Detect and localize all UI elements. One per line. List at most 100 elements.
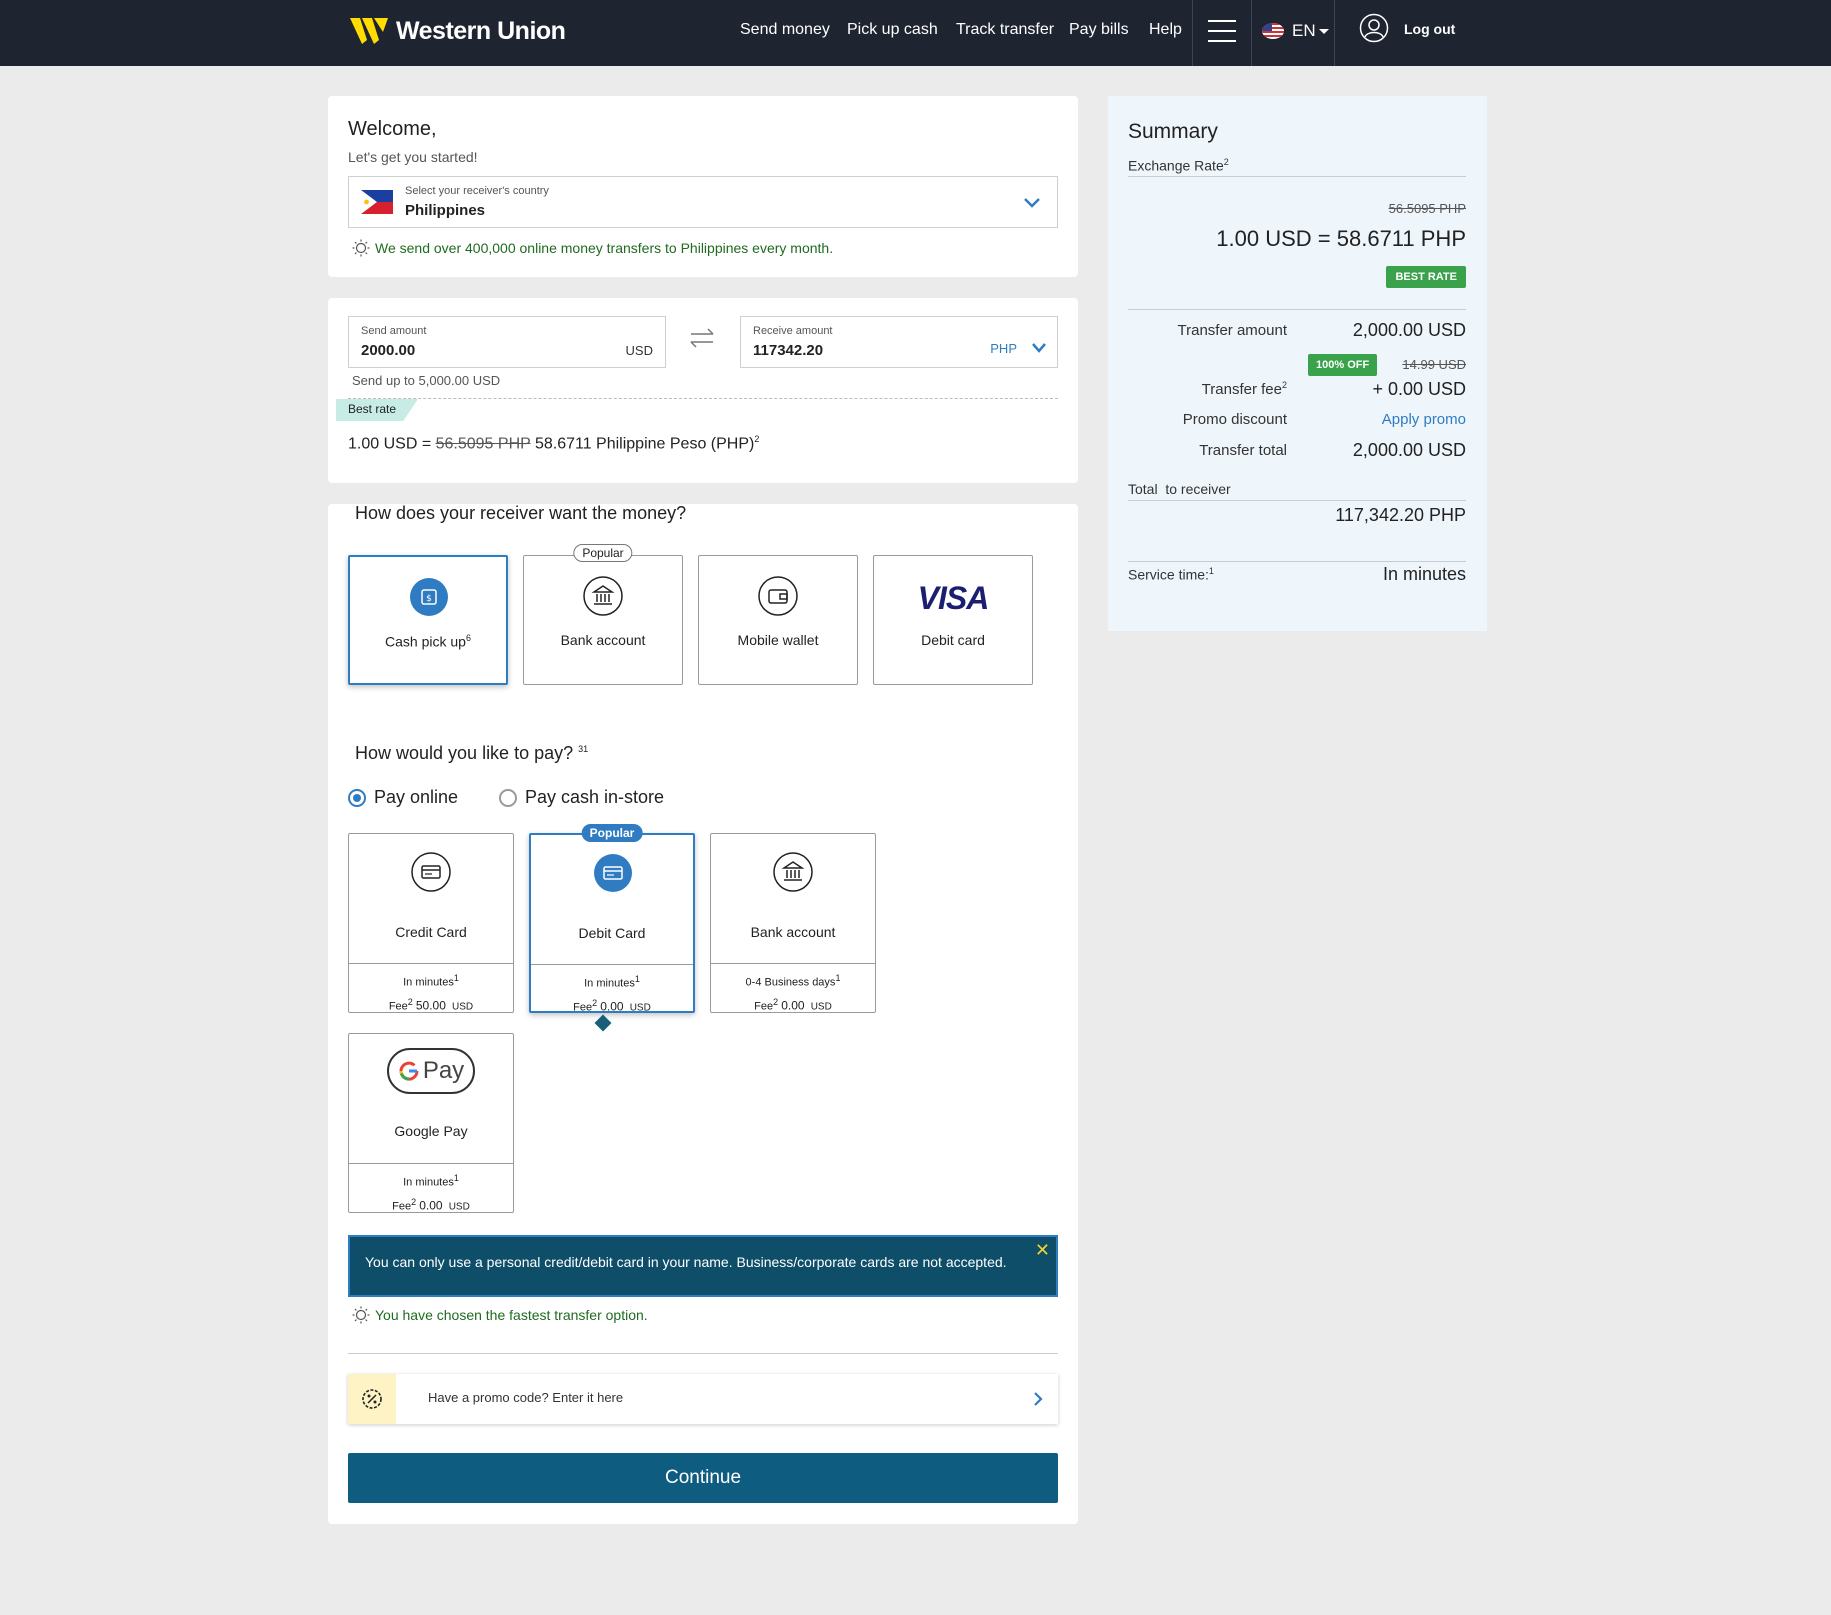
transfer-total-value: 2,000.00 USD xyxy=(1352,440,1466,460)
close-icon[interactable]: ✕ xyxy=(1035,1240,1050,1261)
top-nav: Western Union Send money Pick up cash Tr… xyxy=(0,0,1831,66)
old-fee: 14.99 USD xyxy=(1402,357,1466,372)
transfer-fee-value: + 0.00 USD xyxy=(1372,379,1466,399)
pay-label: Google Pay xyxy=(394,1123,468,1139)
summary-panel: Summary Exchange Rate2 56.5095 PHP 1.00 … xyxy=(1108,96,1487,631)
western-union-logo[interactable]: Western Union xyxy=(350,16,566,46)
user-icon[interactable] xyxy=(1359,13,1389,43)
nav-track-transfer[interactable]: Track transfer xyxy=(956,21,1054,39)
debit-card-icon xyxy=(594,854,632,892)
option-label: Cash pick up6 xyxy=(385,633,471,650)
chevron-right-icon xyxy=(1034,1392,1043,1406)
radio-pay-online[interactable]: Pay online xyxy=(348,787,458,808)
nav-divider xyxy=(1334,0,1335,66)
menu-icon[interactable] xyxy=(1208,20,1236,42)
country-label: Select your receiver's country xyxy=(405,185,549,197)
pay-details: In minutes1 Fee2 50.00 USD xyxy=(349,963,513,1013)
nav-pick-up-cash[interactable]: Pick up cash xyxy=(847,21,938,39)
new-rate: 58.6711 Philippine Peso (PHP) xyxy=(534,435,755,453)
pay-debit-card[interactable]: Popular Debit Card In minutes1 Fee2 0.00… xyxy=(529,824,695,1014)
continue-button[interactable]: Continue xyxy=(348,1453,1058,1503)
option-cash-pickup[interactable]: $ Cash pick up6 xyxy=(348,555,508,685)
receive-amount-label: Receive amount xyxy=(753,325,833,337)
credit-card-icon xyxy=(411,852,451,892)
option-label: Bank account xyxy=(560,632,646,648)
us-flag-icon xyxy=(1262,23,1284,39)
nav-divider xyxy=(1192,0,1193,66)
promo-discount-label: Promo discount xyxy=(1182,411,1287,428)
welcome-card: Welcome, Let's get you started! Select y… xyxy=(328,96,1078,277)
option-bank-account[interactable]: Popular Bank account xyxy=(523,544,683,685)
pay-bank-account[interactable]: Bank account 0-4 Business days1 Fee2 0.0… xyxy=(710,833,876,1013)
chevron-down-icon[interactable] xyxy=(1031,341,1047,355)
summary-rate: 1.00 USD = 58.6711 PHP xyxy=(1216,226,1466,251)
fastest-tip-text: You have chosen the fastest transfer opt… xyxy=(375,1307,648,1323)
google-g-icon xyxy=(399,1061,419,1081)
wu-logo-icon xyxy=(350,18,388,44)
footnote-sup: 2 xyxy=(754,434,760,444)
option-label: Debit card xyxy=(921,632,985,648)
language-code: EN xyxy=(1292,21,1316,40)
total-to-receiver-label: Total to receiver xyxy=(1128,481,1231,497)
amount-card: Send amount 2000.00 USD Receive amount 1… xyxy=(328,298,1078,483)
old-rate: 56.5095 PHP xyxy=(435,435,531,453)
send-amount-label: Send amount xyxy=(361,325,427,337)
divider xyxy=(1128,561,1466,562)
send-limit: Send up to 5,000.00 USD xyxy=(352,373,501,388)
country-value: Philippines xyxy=(405,202,486,219)
transfer-amount-value: 2,000.00 USD xyxy=(1352,320,1466,340)
nav-divider xyxy=(1251,0,1252,66)
visa-logo: VISA xyxy=(917,580,990,616)
receive-amount-field[interactable]: Receive amount 117342.20 PHP xyxy=(740,316,1058,368)
swap-arrows-icon[interactable] xyxy=(688,326,716,350)
google-pay-logo: Pay xyxy=(387,1048,475,1094)
promo-icon-box xyxy=(348,1374,396,1424)
welcome-subtitle: Let's get you started! xyxy=(348,149,478,165)
option-debit-card[interactable]: VISA Debit card xyxy=(873,555,1033,685)
receive-method-title: How does your receiver want the money? xyxy=(355,503,687,523)
service-time-label: Service time:1 xyxy=(1128,566,1214,583)
nav-pay-bills[interactable]: Pay bills xyxy=(1069,21,1129,39)
divider xyxy=(348,1353,1058,1354)
chevron-down-icon xyxy=(1024,198,1040,208)
transfer-fee-label: Transfer fee2 xyxy=(1201,380,1287,398)
pay-google-pay[interactable]: Pay Google Pay In minutes1 Fee2 0.00 USD xyxy=(348,1033,514,1213)
send-amount-field[interactable]: Send amount 2000.00 USD xyxy=(348,316,666,368)
option-mobile-wallet[interactable]: Mobile wallet xyxy=(698,555,858,685)
pay-label: Debit Card xyxy=(578,925,646,941)
receive-amount-value: 117342.20 xyxy=(753,342,824,359)
radio-checked xyxy=(348,788,366,807)
transfer-amount-label: Transfer amount xyxy=(1177,322,1288,339)
promo-text: Have a promo code? Enter it here xyxy=(428,1390,624,1405)
dashed-divider xyxy=(348,398,1058,399)
language-selector[interactable]: EN xyxy=(1262,21,1329,41)
receive-currency-select[interactable]: PHP xyxy=(990,341,1017,356)
discount-badge-icon xyxy=(362,1389,382,1409)
summary-title: Summary xyxy=(1128,120,1218,143)
radio-unchecked xyxy=(499,788,517,807)
bank-icon xyxy=(773,852,813,892)
radio-pay-cash[interactable]: Pay cash in-store xyxy=(499,787,664,808)
promo-code-row[interactable]: Have a promo code? Enter it here xyxy=(348,1374,1058,1424)
pay-details: 0-4 Business days1 Fee2 0.00 USD xyxy=(711,963,875,1013)
country-select[interactable]: Select your receiver's country Philippin… xyxy=(348,176,1058,228)
fastest-tip: You have chosen the fastest transfer opt… xyxy=(352,1306,648,1324)
logout-link[interactable]: Log out xyxy=(1404,21,1455,37)
option-label: Mobile wallet xyxy=(737,632,819,648)
pay-credit-card[interactable]: Credit Card In minutes1 Fee2 50.00 USD xyxy=(348,833,514,1013)
brand-name: Western Union xyxy=(396,16,566,45)
apply-promo-link[interactable]: Apply promo xyxy=(1382,411,1466,428)
service-time-value: In minutes xyxy=(1382,564,1466,584)
divider xyxy=(1128,309,1466,310)
lightbulb-icon xyxy=(352,239,370,257)
nav-send-money[interactable]: Send money xyxy=(740,21,830,39)
rate-line: 1.00 USD = 56.5095 PHP 58.6711 Philippin… xyxy=(348,434,759,453)
caret-down-icon xyxy=(1318,29,1329,34)
pay-details: In minutes1 Fee2 0.00 USD xyxy=(531,964,693,1014)
pay-details: In minutes1 Fee2 0.00 USD xyxy=(349,1163,513,1213)
nav-help[interactable]: Help xyxy=(1149,21,1182,39)
wallet-icon xyxy=(758,576,798,616)
country-tip-text: We send over 400,000 online money transf… xyxy=(375,240,834,256)
exchange-rate-label: Exchange Rate2 xyxy=(1128,157,1229,174)
notice-text: You can only use a personal credit/debit… xyxy=(365,1254,1007,1270)
